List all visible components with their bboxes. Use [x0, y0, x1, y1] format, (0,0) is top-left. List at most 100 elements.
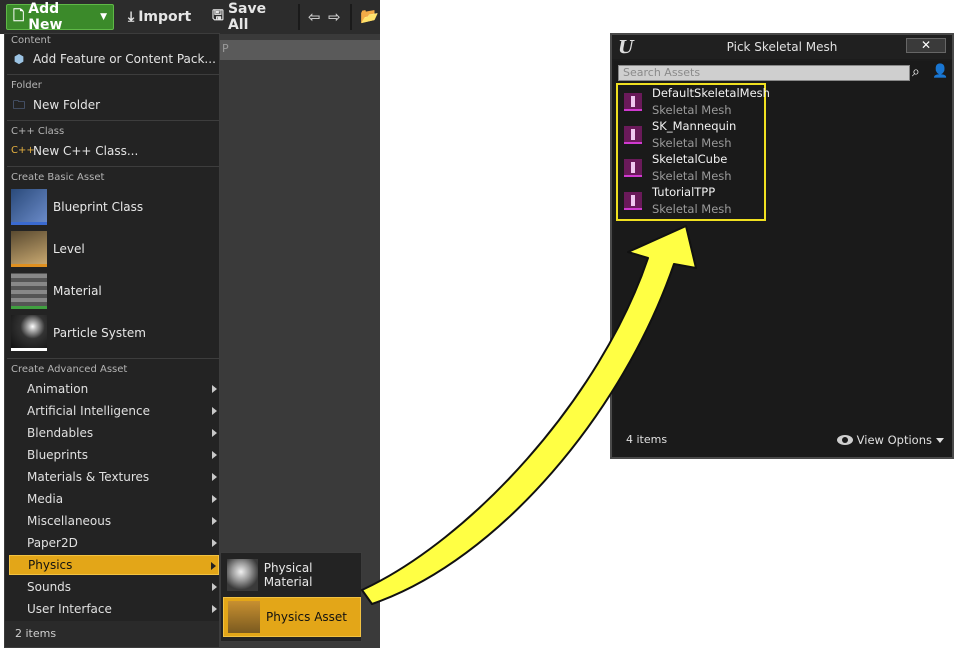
new-folder-menu-item[interactable]: 🗀 New Folder: [11, 95, 100, 115]
skeletal-mesh-icon: [624, 126, 642, 144]
import-label: Import: [138, 9, 192, 25]
back-arrow-icon[interactable]: ⇦: [308, 8, 321, 26]
asset-item[interactable]: DefaultSkeletalMesh Skeletal Mesh: [620, 85, 770, 118]
section-header-cpp: C++ Class: [11, 126, 65, 137]
add-feature-menu-item[interactable]: ⬢ Add Feature or Content Pack...: [11, 49, 216, 69]
new-cpp-label: New C++ Class...: [33, 144, 139, 158]
path-fragment: P: [222, 42, 229, 55]
artificial-intelligence-menu-item[interactable]: Artificial Intelligence: [9, 401, 219, 421]
physics-label: Physics: [28, 558, 73, 572]
user-interface-menu-item[interactable]: User Interface: [9, 599, 219, 619]
submenu-arrow-icon: [212, 385, 217, 393]
submenu-arrow-icon: [212, 517, 217, 525]
menu-footer: 2 items: [5, 621, 219, 647]
dialog-title-bar[interactable]: U Pick Skeletal Mesh ✕: [612, 35, 952, 59]
submenu-arrow-icon: [212, 451, 217, 459]
add-new-label: Add New: [28, 1, 63, 33]
physics-asset-icon: [228, 601, 260, 633]
cpp-class-icon: C++: [11, 145, 35, 156]
animation-label: Animation: [27, 382, 89, 396]
blendables-menu-item[interactable]: Blendables: [9, 423, 219, 443]
chevron-down-icon: [936, 437, 944, 443]
asset-name: SkeletalCube: [652, 152, 728, 166]
skeletal-mesh-icon: [624, 192, 642, 210]
asset-name: TutorialTPP: [652, 185, 716, 199]
materials-textures-menu-item[interactable]: Materials & Textures: [9, 467, 219, 487]
add-new-menu: Content ⬢ Add Feature or Content Pack...…: [4, 33, 220, 648]
chevron-down-icon: ▼: [100, 12, 107, 22]
miscellaneous-menu-item[interactable]: Miscellaneous: [9, 511, 219, 531]
paper2d-label: Paper2D: [27, 536, 78, 550]
items-count: 2 items: [15, 627, 57, 640]
level-label: Level: [53, 242, 85, 256]
asset-name: SK_Mannequin: [652, 119, 737, 133]
content-browser-toolbar: 🗋 Add New ▼ ⤓ Import 🖫 Save All ⇦ ⇨ 📂: [0, 0, 380, 34]
physical-material-label: Physical Material: [263, 561, 313, 589]
blueprints-label: Blueprints: [27, 448, 89, 462]
save-all-button[interactable]: 🖫 Save All: [206, 1, 294, 33]
add-feature-label: Add Feature or Content Pack...: [33, 52, 216, 66]
physics-asset-menu-item[interactable]: Physics Asset: [223, 597, 361, 637]
blueprints-menu-item[interactable]: Blueprints: [9, 445, 219, 465]
dialog-items-count: 4 items: [626, 433, 668, 446]
add-new-button[interactable]: 🗋 Add New ▼: [6, 1, 114, 33]
skeletal-mesh-icon: [624, 159, 642, 177]
section-header-folder: Folder: [11, 80, 42, 91]
asset-item[interactable]: SkeletalCube Skeletal Mesh: [620, 151, 764, 184]
new-file-icon: 🗋: [13, 8, 25, 24]
submenu-arrow-icon: [212, 407, 217, 415]
physical-material-icon: [227, 559, 258, 591]
toolbar-divider: [350, 4, 352, 30]
level-icon: [11, 231, 47, 267]
material-icon: [11, 273, 47, 309]
particle-system-label: Particle System: [53, 326, 146, 340]
submenu-arrow-icon: [212, 539, 217, 547]
particle-system-menu-item[interactable]: Particle System: [11, 314, 219, 352]
sounds-label: Sounds: [27, 580, 72, 594]
new-folder-icon: 🗀: [12, 98, 25, 112]
asset-type: Skeletal Mesh: [652, 202, 732, 216]
paper2d-menu-item[interactable]: Paper2D: [9, 533, 219, 553]
asset-type: Skeletal Mesh: [652, 169, 732, 183]
blendables-label: Blendables: [27, 426, 94, 440]
close-button[interactable]: ✕: [906, 38, 946, 53]
dialog-body: Search Assets ⌕ 👤 DefaultSkeletalMesh Sk…: [614, 61, 950, 457]
sounds-menu-item[interactable]: Sounds: [9, 577, 219, 597]
physical-material-menu-item[interactable]: Physical Material: [223, 555, 361, 595]
view-options-button[interactable]: View Options: [836, 433, 944, 447]
asset-name: DefaultSkeletalMesh: [652, 86, 770, 100]
particle-system-icon: [11, 315, 47, 351]
asset-item[interactable]: TutorialTPP Skeletal Mesh: [620, 184, 764, 217]
physics-asset-label: Physics Asset: [266, 610, 347, 624]
submenu-arrow-icon: [212, 495, 217, 503]
import-icon: ⤓: [128, 9, 135, 25]
eye-icon: [836, 435, 853, 445]
new-cpp-class-menu-item[interactable]: C++ New C++ Class...: [11, 141, 138, 161]
asset-type: Skeletal Mesh: [652, 136, 732, 150]
asset-item[interactable]: SK_Mannequin Skeletal Mesh: [620, 118, 764, 151]
skeletal-mesh-icon: [624, 93, 642, 111]
level-menu-item[interactable]: Level: [11, 230, 219, 268]
physics-submenu: Physical Material Physics Asset: [220, 552, 362, 642]
section-divider: [7, 166, 219, 167]
asset-list: DefaultSkeletalMesh Skeletal Mesh SK_Man…: [616, 83, 770, 221]
section-divider: [7, 358, 219, 359]
material-menu-item[interactable]: Material: [11, 272, 219, 310]
submenu-arrow-icon: [212, 473, 217, 481]
person-icon[interactable]: 👤: [932, 64, 948, 80]
physics-menu-item[interactable]: Physics: [9, 555, 219, 575]
search-input[interactable]: Search Assets: [618, 65, 910, 81]
submenu-arrow-icon: [212, 605, 217, 613]
animation-menu-item[interactable]: Animation: [9, 379, 219, 399]
forward-arrow-icon[interactable]: ⇨: [328, 8, 341, 26]
import-button[interactable]: ⤓ Import: [122, 4, 202, 30]
blueprint-class-menu-item[interactable]: Blueprint Class: [11, 188, 219, 226]
miscellaneous-label: Miscellaneous: [27, 514, 112, 528]
search-icon[interactable]: ⌕: [912, 64, 926, 80]
submenu-arrow-icon: [212, 583, 217, 591]
media-menu-item[interactable]: Media: [9, 489, 219, 509]
section-divider: [7, 120, 219, 121]
section-divider: [7, 74, 219, 75]
open-folder-icon[interactable]: 📂: [360, 7, 379, 25]
user-interface-label: User Interface: [27, 602, 112, 616]
